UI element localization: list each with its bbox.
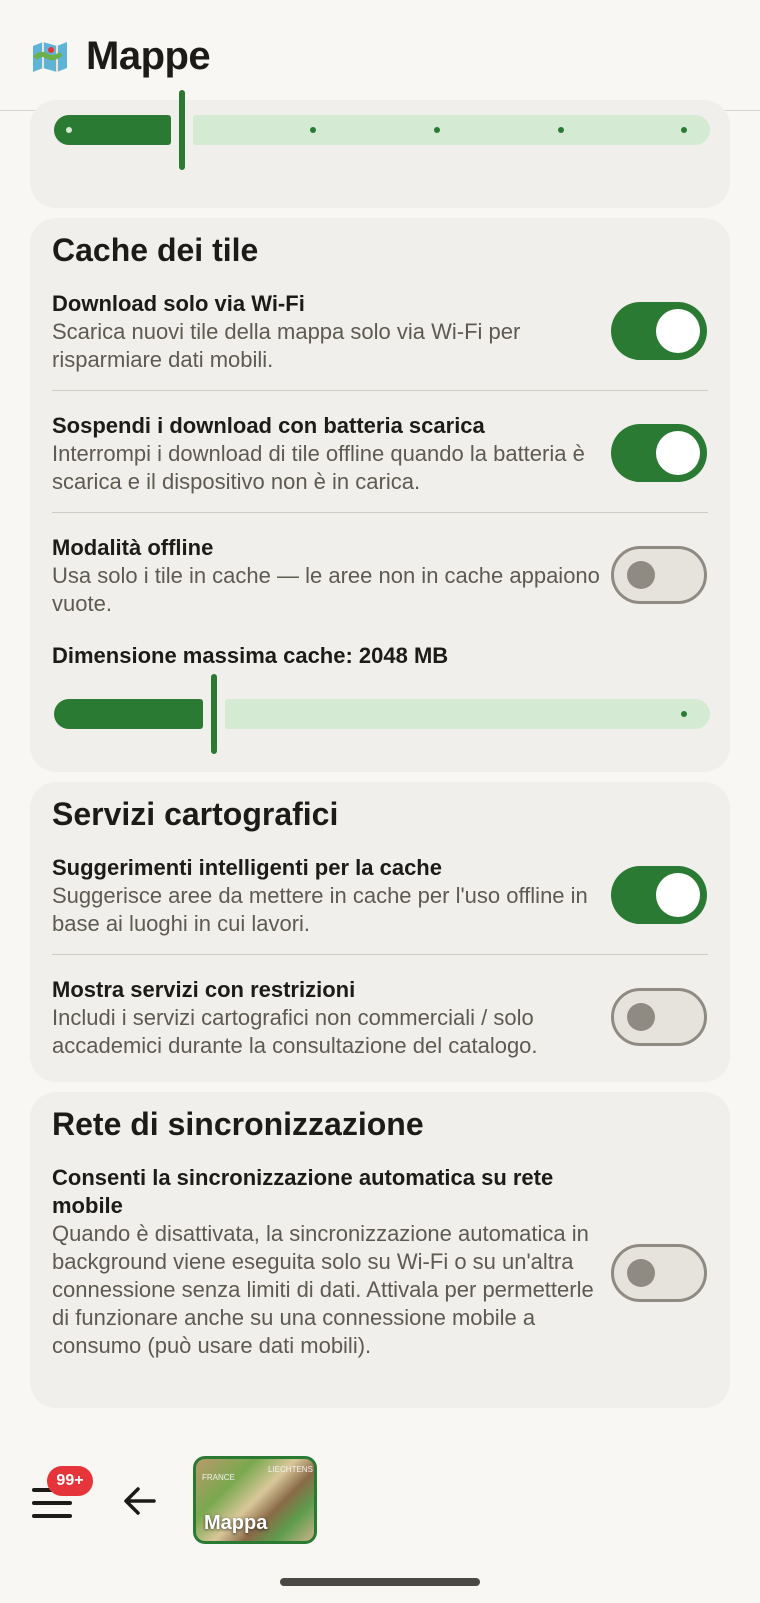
slider-tick: [681, 711, 687, 717]
map-thumb-label: Mappa: [204, 1512, 268, 1534]
slider-inactive-track: [193, 115, 710, 145]
home-indicator[interactable]: [280, 1578, 480, 1586]
mobile-sync-desc: Quando è disattivata, la sincronizzazion…: [52, 1221, 594, 1358]
map-thumbnail-button[interactable]: FRANCE LIECHTENS Mappa: [193, 1456, 317, 1544]
notification-badge: 99+: [47, 1466, 93, 1496]
mobile-sync-switch[interactable]: [611, 1244, 707, 1302]
switch-knob: [627, 1259, 655, 1287]
slider-tick: [310, 127, 316, 133]
smart-cache-desc: Suggerisce aree da mettere in cache per …: [52, 883, 588, 936]
offline-mode-title: Modalità offline: [52, 535, 214, 560]
wifi-only-switch[interactable]: [611, 302, 707, 360]
slider-inactive-track: [225, 699, 710, 729]
smart-cache-title: Suggerimenti intelligenti per la cache: [52, 855, 442, 880]
divider: [52, 512, 708, 513]
wifi-only-desc: Scarica nuovi tile della mappa solo via …: [52, 319, 521, 372]
map-thumb-label-liechtenstein: LIECHTENS: [268, 1465, 313, 1474]
section-title: Servizi cartografici: [52, 796, 339, 832]
map-icon: [33, 42, 67, 72]
restricted-services-switch[interactable]: [611, 988, 707, 1046]
restricted-services-desc: Includi i servizi cartografici non comme…: [52, 1005, 538, 1058]
slider-tick: [558, 127, 564, 133]
low-battery-switch[interactable]: [611, 424, 707, 482]
switch-knob: [656, 873, 700, 917]
page-title: Mappe: [86, 34, 211, 78]
bottom-bar: [0, 1400, 760, 1603]
slider-tick: [434, 127, 440, 133]
restricted-services-title: Mostra servizi con restrizioni: [52, 977, 356, 1002]
top-slider[interactable]: [54, 90, 710, 170]
cache-size-label: Dimensione massima cache: 2048 MB: [52, 643, 449, 668]
switch-knob: [656, 309, 700, 353]
slider-handle[interactable]: [179, 90, 185, 170]
slider-handle[interactable]: [211, 674, 217, 754]
slider-tick: [66, 127, 72, 133]
switch-knob: [656, 431, 700, 475]
section-title: Rete di sincronizzazione: [52, 1106, 424, 1142]
cache-size-slider[interactable]: [54, 674, 710, 754]
slider-active-track: [54, 699, 203, 729]
offline-mode-switch[interactable]: [611, 546, 707, 604]
low-battery-desc: Interrompi i download di tile offline qu…: [52, 441, 585, 494]
wifi-only-title: Download solo via Wi-Fi: [52, 291, 305, 316]
low-battery-title: Sospendi i download con batteria scarica: [52, 413, 485, 438]
sync-network-card: Rete di sincronizzazione Consenti la sin…: [30, 1092, 730, 1408]
divider: [52, 390, 708, 391]
slider-tick: [681, 127, 687, 133]
divider: [52, 954, 708, 955]
back-arrow-icon[interactable]: [122, 1483, 158, 1519]
mobile-sync-title: Consenti la sincronizzazione automatica …: [52, 1165, 554, 1218]
smart-cache-switch[interactable]: [611, 866, 707, 924]
switch-knob: [627, 561, 655, 589]
section-title: Cache dei tile: [52, 232, 259, 268]
switch-knob: [627, 1003, 655, 1031]
map-services-card: Servizi cartografici Suggerimenti intell…: [30, 782, 730, 1082]
tile-cache-card: Cache dei tile Download solo via Wi-Fi S…: [30, 218, 730, 772]
display-card: [30, 90, 730, 208]
map-thumb-label-france: FRANCE: [202, 1473, 235, 1482]
offline-mode-desc: Usa solo i tile in cache — le aree non i…: [52, 563, 600, 616]
